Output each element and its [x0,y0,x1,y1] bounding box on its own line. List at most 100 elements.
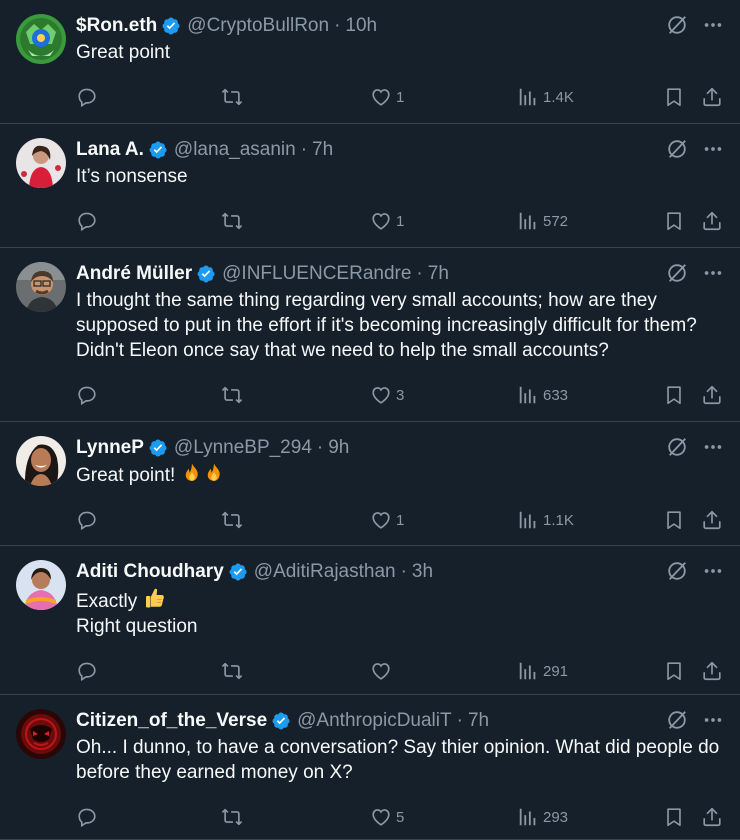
timestamp[interactable]: 7h [312,139,333,161]
avatar[interactable] [16,436,66,486]
user-handle[interactable]: @AditiRajasthan [254,561,396,583]
views-button[interactable]: 1.4K [517,85,574,109]
views-button[interactable]: 572 [517,209,568,233]
like-button[interactable]: 5 [370,805,404,829]
separator-dot: · [334,15,341,36]
timestamp[interactable]: 3h [412,561,433,583]
reply-tweet[interactable]: Citizen_of_the_Verse @AnthropicDualiT · 7h O… [0,695,740,840]
user-handle[interactable]: @LynneBP_294 [174,437,312,459]
reply-button[interactable] [76,85,98,109]
reply-icon [76,384,98,406]
share-button[interactable] [701,805,723,829]
views-chart-icon [517,509,539,531]
tweet-header: Lana A. @lana_asanin · 7h [76,136,724,164]
timestamp[interactable]: 9h [328,437,349,459]
display-name[interactable]: $Ron.eth [76,15,157,37]
reply-button[interactable] [76,805,98,829]
grok-icon[interactable] [666,14,688,36]
grok-icon[interactable] [666,262,688,284]
bookmark-button[interactable] [663,383,685,407]
display-name[interactable]: LynneP [76,437,144,459]
reply-button[interactable] [76,659,98,683]
more-options-icon[interactable] [702,560,724,582]
bookmark-button[interactable] [663,659,685,683]
share-button[interactable] [701,508,723,532]
like-button[interactable]: 3 [370,383,404,407]
avatar[interactable] [16,262,66,312]
heart-icon [370,806,392,828]
views-button[interactable]: 293 [517,805,568,829]
like-button[interactable]: 1 [370,508,404,532]
share-button[interactable] [701,209,723,233]
views-button[interactable]: 633 [517,383,568,407]
reply-tweet[interactable]: LynneP @LynneBP_294 · 9h Great point! 1 1.1K [0,422,740,546]
timestamp[interactable]: 7h [468,710,489,732]
user-handle[interactable]: @lana_asanin [174,139,296,161]
share-button[interactable] [701,659,723,683]
user-handle[interactable]: @CryptoBullRon [187,15,329,37]
more-options-icon[interactable] [702,138,724,160]
bookmark-button[interactable] [663,805,685,829]
timestamp[interactable]: 7h [428,263,449,285]
verified-badge-icon[interactable] [196,264,216,284]
like-button[interactable]: 1 [370,85,404,109]
reply-feed: $Ron.eth @CryptoBullRon · 10h Great point 1 1.… [0,0,740,840]
user-handle[interactable]: @AnthropicDualiT [297,710,451,732]
grok-icon[interactable] [666,709,688,731]
views-button[interactable]: 291 [517,659,568,683]
like-button[interactable]: 1 [370,209,404,233]
retweet-button[interactable] [220,209,244,233]
reply-button[interactable] [76,209,98,233]
retweet-button[interactable] [220,508,244,532]
more-options-icon[interactable] [702,436,724,458]
share-button[interactable] [701,85,723,109]
retweet-button[interactable] [220,383,244,407]
avatar[interactable] [16,709,66,759]
views-chart-icon [517,86,539,108]
retweet-button[interactable] [220,85,244,109]
grok-icon[interactable] [666,436,688,458]
reply-tweet[interactable]: Aditi Choudhary @AditiRajasthan · 3h Exactly… [0,546,740,695]
more-options-icon[interactable] [702,709,724,731]
bookmark-icon [663,660,685,682]
user-handle[interactable]: @INFLUENCERandre [222,263,411,285]
like-count: 5 [396,808,405,826]
avatar[interactable] [16,14,66,64]
like-button[interactable] [370,659,396,683]
display-name[interactable]: Lana A. [76,139,144,161]
view-count: 572 [543,212,569,230]
more-options-icon[interactable] [702,14,724,36]
reply-tweet[interactable]: Lana A. @lana_asanin · 7h It’s nonsense 1 572 [0,124,740,248]
share-icon [701,806,723,828]
display-name[interactable]: Citizen_of_the_Verse [76,710,267,732]
bookmark-button[interactable] [663,85,685,109]
bookmark-button[interactable] [663,508,685,532]
tweet-text: Exactly Right question [76,586,724,639]
verified-badge-icon[interactable] [148,140,168,160]
reply-button[interactable] [76,508,98,532]
retweet-button[interactable] [220,659,244,683]
grok-icon[interactable] [666,560,688,582]
views-button[interactable]: 1.1K [517,508,574,532]
avatar[interactable] [16,138,66,188]
reply-button[interactable] [76,383,98,407]
reply-tweet[interactable]: $Ron.eth @CryptoBullRon · 10h Great point 1 1.… [0,0,740,124]
share-button[interactable] [701,383,723,407]
reply-icon [76,509,98,531]
reply-tweet[interactable]: André Müller @INFLUENCERandre · 7h I thought… [0,248,740,422]
retweet-icon [220,660,244,682]
retweet-button[interactable] [220,805,244,829]
verified-badge-icon[interactable] [228,562,248,582]
more-options-icon[interactable] [702,262,724,284]
verified-badge-icon[interactable] [161,16,181,36]
display-name[interactable]: Aditi Choudhary [76,561,224,583]
verified-badge-icon[interactable] [271,711,291,731]
timestamp[interactable]: 10h [345,15,377,37]
display-name[interactable]: André Müller [76,263,192,285]
bookmark-button[interactable] [663,209,685,233]
avatar[interactable] [16,560,66,610]
action-bar: 5 293 [76,805,724,829]
view-count: 293 [543,808,569,826]
grok-icon[interactable] [666,138,688,160]
verified-badge-icon[interactable] [148,438,168,458]
